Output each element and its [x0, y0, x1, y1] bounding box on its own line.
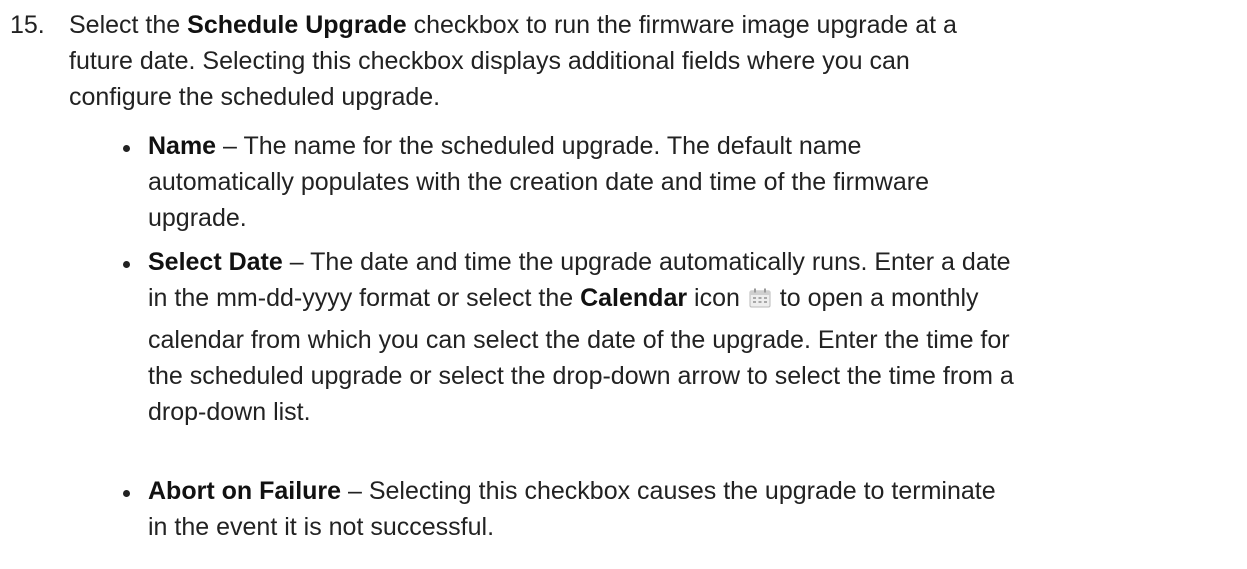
step-line-3: configure the scheduled upgrade.	[69, 83, 441, 111]
step-line-2: future date. Selecting this checkbox dis…	[69, 47, 910, 75]
document-page: 15. Select the Schedule Upgrade checkbox…	[0, 0, 1247, 569]
bullet-text-abort-on-failure: Abort on Failure – Selecting this checkb…	[148, 473, 1228, 545]
bullet-date-line-2: in the mm-dd-yyyy format or select the C…	[148, 280, 1228, 316]
bullet-name-line-1: Name – The name for the scheduled upgrad…	[148, 128, 1228, 164]
step-line-1-post: checkbox to run the firmware image upgra…	[406, 11, 957, 39]
calendar-term: Calendar	[580, 284, 688, 312]
bullet-abort-line-1: Abort on Failure – Selecting this checkb…	[148, 473, 1228, 509]
step-line-1-pre: Select the	[69, 11, 188, 39]
calendar-icon	[749, 288, 771, 308]
bullet-dot	[123, 490, 130, 497]
bullet-dot	[123, 261, 130, 268]
bullet-date-desc-1: – The date and time the upgrade automati…	[282, 248, 1011, 276]
bullet-date-desc-2-post: to open a monthly	[772, 284, 979, 312]
schedule-upgrade-term: Schedule Upgrade	[187, 11, 407, 39]
bullet-text-select-date: Select Date – The date and time the upgr…	[148, 244, 1228, 430]
bullet-abort-desc-1: – Selecting this checkbox causes the upg…	[341, 477, 996, 505]
bullet-text-name: Name – The name for the scheduled upgrad…	[148, 128, 1228, 236]
bullet-date-line-1: Select Date – The date and time the upgr…	[148, 244, 1228, 280]
bullet-name-desc-1: – The name for the scheduled upgrade. Th…	[216, 132, 862, 160]
name-term: Name	[148, 132, 217, 160]
bullet-date-line-5: drop-down list.	[148, 398, 311, 426]
bullet-date-desc-2-mid: icon	[687, 284, 747, 312]
bullet-date-desc-2-pre: in the mm-dd-yyyy format or select the	[148, 284, 581, 312]
abort-on-failure-term: Abort on Failure	[148, 477, 342, 505]
bullet-date-line-3: calendar from which you can select the d…	[148, 326, 1010, 354]
bullet-abort-line-2: in the event it is not successful.	[148, 513, 495, 541]
bullet-date-line-4: the scheduled upgrade or select the drop…	[148, 362, 1014, 390]
bullet-name-line-2: automatically populates with the creatio…	[148, 168, 929, 196]
step-number: 15.	[10, 11, 45, 39]
bullet-dot	[123, 145, 130, 152]
select-date-term: Select Date	[148, 248, 283, 276]
bullet-name-line-3: upgrade.	[148, 204, 247, 232]
step-text: Select the Schedule Upgrade checkbox to …	[69, 7, 1209, 115]
step-line-1: Select the Schedule Upgrade checkbox to …	[69, 7, 1209, 43]
